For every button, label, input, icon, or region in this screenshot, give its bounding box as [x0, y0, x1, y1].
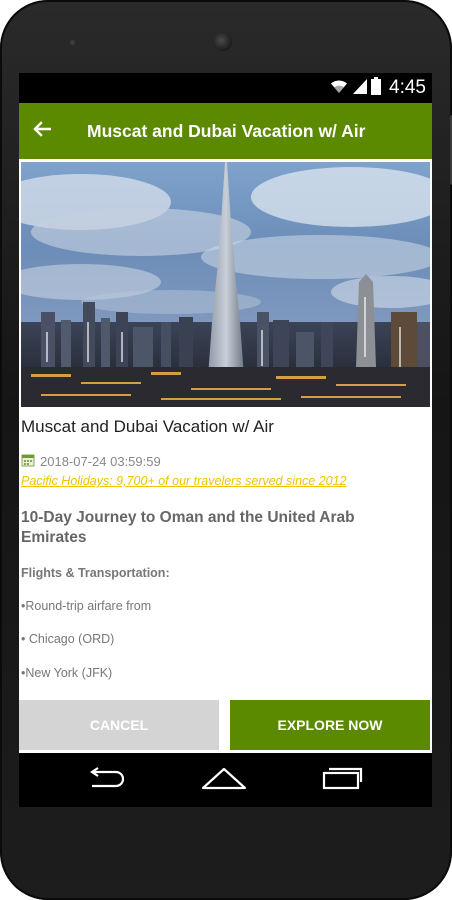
action-buttons: CANCEL EXPLORE NOW: [19, 700, 432, 750]
battery-icon: [371, 76, 382, 100]
phone-frame: 4:45 Muscat and Dubai Vacation w/ Air Mu…: [0, 0, 452, 900]
system-nav-bar: [19, 753, 432, 807]
status-time: 4:45: [389, 77, 426, 98]
status-bar: 4:45: [19, 73, 432, 103]
article-title: Muscat and Dubai Vacation w/ Air: [21, 417, 274, 436]
body-line: •Round-trip airfare from: [21, 599, 152, 613]
promo-link[interactable]: Pacific Holidays: 9,700+ of our traveler…: [21, 474, 347, 488]
explore-now-button[interactable]: EXPLORE NOW: [230, 700, 430, 750]
nav-back-button[interactable]: [71, 753, 141, 807]
nav-home-button[interactable]: [189, 753, 259, 807]
article-date: 2018-07-24 03:59:59: [40, 454, 161, 469]
section-label: Flights & Transportation:: [21, 566, 170, 580]
body-line: •New York (JFK): [21, 666, 113, 680]
dubai-skyline-photo: [21, 162, 430, 407]
hero-image: [21, 162, 430, 407]
back-button[interactable]: [19, 103, 65, 159]
body-line: • Chicago (ORD): [21, 632, 115, 646]
back-icon: [84, 766, 128, 794]
article-content: Muscat and Dubai Vacation w/ Air 2018-07…: [21, 407, 430, 698]
app-toolbar: Muscat and Dubai Vacation w/ Air: [19, 103, 432, 159]
date-row: 2018-07-24 03:59:59: [21, 453, 161, 470]
status-icons: 4:45: [329, 76, 426, 100]
wifi-icon: [329, 78, 349, 99]
nav-recents-button[interactable]: [307, 753, 377, 807]
cancel-button[interactable]: CANCEL: [19, 700, 219, 750]
home-icon: [201, 766, 247, 795]
article-subheading: 10-Day Journey to Oman and the United Ar…: [21, 509, 355, 546]
front-camera: [214, 33, 232, 51]
sensor-dot: [70, 40, 75, 45]
recents-icon: [321, 766, 363, 795]
screen: 4:45 Muscat and Dubai Vacation w/ Air Mu…: [19, 73, 432, 807]
arrow-left-icon: [33, 120, 52, 142]
calendar-icon: [21, 453, 35, 470]
signal-icon: [353, 78, 368, 99]
toolbar-title: Muscat and Dubai Vacation w/ Air: [87, 120, 366, 141]
